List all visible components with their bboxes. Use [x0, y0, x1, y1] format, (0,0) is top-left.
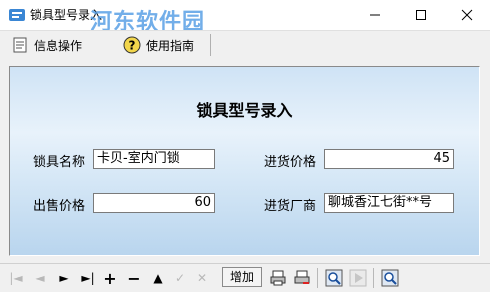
play-icon[interactable]	[348, 268, 368, 288]
menu-label: 信息操作	[34, 38, 83, 53]
print-icon[interactable]	[268, 268, 288, 288]
lock-name-label: 锁具名称	[33, 155, 86, 170]
sale-price-field[interactable]: 60	[93, 193, 215, 213]
sale-price-label: 出售价格	[33, 199, 86, 214]
minimize-button[interactable]	[352, 0, 398, 30]
maximize-button[interactable]	[398, 0, 444, 30]
print-preview-icon[interactable]	[292, 268, 312, 288]
delete-record-icon[interactable]: −	[124, 268, 144, 288]
close-icon	[461, 9, 473, 21]
help-icon: ?	[122, 35, 142, 55]
prev-record-icon[interactable]: ◄	[30, 268, 50, 288]
form-panel: 锁具型号录入 锁具名称 卡贝-室内门锁 进货价格 45 出售价格 60 进货厂商…	[9, 66, 480, 256]
first-record-icon[interactable]: |◄	[6, 268, 26, 288]
purchase-price-label: 进货价格	[264, 155, 317, 170]
add-button[interactable]: 增加	[222, 267, 262, 287]
search-icon[interactable]	[324, 268, 344, 288]
purchase-price-field[interactable]: 45	[324, 149, 454, 169]
cancel-edit-icon[interactable]: ✕	[192, 268, 212, 288]
maximize-icon	[416, 10, 426, 20]
menu-bar: 信息操作 ? 使用指南	[0, 30, 490, 60]
toolbar-separator	[373, 268, 374, 288]
add-record-icon[interactable]: +	[100, 268, 120, 288]
menu-user-guide[interactable]: ? 使用指南	[122, 34, 194, 56]
zoom-icon[interactable]	[380, 268, 400, 288]
last-record-icon[interactable]: ►|	[78, 268, 98, 288]
lock-name-field[interactable]: 卡贝-室内门锁	[93, 149, 215, 169]
supplier-label: 进货厂商	[264, 199, 317, 214]
menu-separator	[210, 34, 211, 56]
document-icon	[10, 35, 30, 55]
navigator-toolbar: |◄ ◄ ► ►| + − ▲ ✓ ✕ 增加	[0, 263, 490, 292]
supplier-field[interactable]: 聊城香江七街**号	[324, 193, 454, 213]
menu-label: 使用指南	[146, 38, 195, 53]
next-record-icon[interactable]: ►	[54, 268, 74, 288]
form-heading: 锁具型号录入	[196, 101, 293, 120]
minimize-icon	[370, 14, 380, 16]
title-bar: 锁具型号录入 河东软件园	[0, 0, 490, 35]
edit-record-icon[interactable]: ▲	[148, 268, 168, 288]
client-area: 锁具型号录入 锁具名称 卡贝-室内门锁 进货价格 45 出售价格 60 进货厂商…	[0, 59, 490, 263]
menu-info-operations[interactable]: 信息操作	[10, 34, 82, 56]
svg-text:?: ?	[129, 39, 136, 53]
post-record-icon[interactable]: ✓	[170, 268, 190, 288]
close-button[interactable]	[444, 0, 490, 30]
toolbar-separator	[317, 268, 318, 288]
app-icon	[8, 7, 26, 23]
